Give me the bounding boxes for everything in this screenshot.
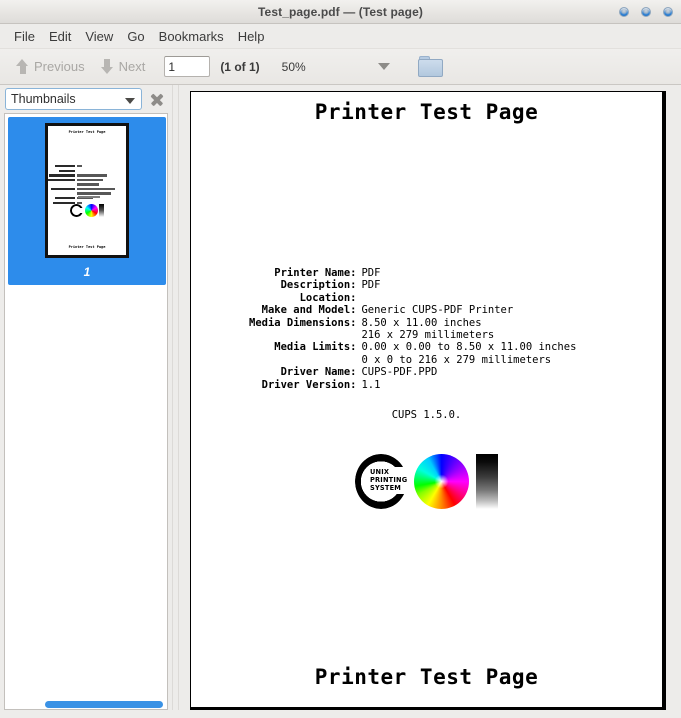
cups-logo-icon bbox=[70, 204, 84, 217]
sidebar-panel: Thumbnails Printer Test Page Printer Tes… bbox=[0, 85, 172, 710]
zoom-level-label[interactable]: 50% bbox=[282, 60, 306, 74]
thumbnail-item-1[interactable]: Printer Test Page Printer Test Page 1 bbox=[8, 117, 166, 285]
window-title: Test_page.pdf — (Test page) bbox=[258, 4, 423, 19]
table-row: Driver Version: 1.1 bbox=[249, 379, 576, 391]
table-row: Make and Model: Generic CUPS-PDF Printer bbox=[249, 304, 576, 316]
page-shadow: Printer Test Page Printer Name: PDF Desc… bbox=[190, 91, 666, 710]
sidebar-view-selector-value: Thumbnails bbox=[11, 92, 76, 106]
window-bottom-strip bbox=[0, 710, 681, 718]
table-row: Description: PDF bbox=[249, 279, 576, 291]
cups-logo-icon: UNIX PRINTING SYSTEM bbox=[355, 454, 408, 509]
scrollbar-thumb[interactable] bbox=[45, 701, 163, 708]
sidebar-view-selector[interactable]: Thumbnails bbox=[5, 88, 142, 110]
close-button[interactable] bbox=[663, 7, 673, 17]
previous-page-button[interactable]: Previous bbox=[8, 56, 93, 77]
close-icon[interactable] bbox=[149, 91, 165, 107]
info-label: Media Limits: bbox=[274, 341, 357, 354]
minimize-button[interactable] bbox=[619, 7, 629, 17]
chevron-down-icon[interactable] bbox=[377, 63, 390, 70]
table-row: Printer Name: PDF bbox=[249, 267, 576, 279]
next-page-button[interactable]: Next bbox=[93, 56, 154, 77]
thumbnail-graphics bbox=[70, 204, 104, 217]
info-value: 0 x 0 to 216 x 279 millimeters bbox=[361, 353, 552, 366]
info-value bbox=[361, 292, 576, 304]
arrow-up-icon bbox=[16, 59, 29, 74]
color-wheel-icon bbox=[84, 204, 98, 217]
table-row: Media Limits: 0.00 x 0.00 to 8.50 x 11.0… bbox=[249, 341, 576, 353]
sidebar-horizontal-scrollbar[interactable] bbox=[4, 696, 168, 710]
info-value: 0.00 x 0.00 to 8.50 x 11.00 inches bbox=[361, 341, 577, 354]
info-value: 1.1 bbox=[361, 378, 381, 391]
info-label: Description: bbox=[280, 279, 357, 292]
info-value: 216 x 279 millimeters bbox=[361, 329, 495, 342]
thumbnail-preview: Printer Test Page Printer Test Page bbox=[45, 123, 129, 258]
thumbnail-page-number: 1 bbox=[83, 265, 91, 279]
table-row: Location: bbox=[249, 292, 576, 304]
info-label: Location: bbox=[299, 291, 357, 304]
info-label: Driver Name: bbox=[280, 366, 357, 379]
test-graphics: UNIX PRINTING SYSTEM bbox=[191, 454, 662, 509]
color-wheel-icon bbox=[414, 454, 469, 509]
info-label: Printer Name: bbox=[274, 267, 357, 279]
grayscale-bar-icon bbox=[476, 454, 498, 509]
grayscale-bar-icon bbox=[99, 204, 104, 217]
info-value: 8.50 x 11.00 inches bbox=[361, 316, 482, 329]
thumbnail-header-title: Printer Test Page bbox=[68, 130, 106, 134]
cups-version-text: CUPS 1.5.0. bbox=[391, 409, 462, 421]
thumbnail-footer-title: Printer Test Page bbox=[68, 245, 106, 249]
info-value: Generic CUPS-PDF Printer bbox=[361, 304, 514, 317]
logo-line-2: PRINTING bbox=[370, 476, 408, 485]
table-row: 216 x 279 millimeters bbox=[249, 329, 576, 341]
thumbnail-body-lines bbox=[48, 165, 121, 206]
menu-item-bookmarks[interactable]: Bookmarks bbox=[152, 27, 231, 46]
table-row: Driver Name: CUPS-PDF.PPD bbox=[249, 366, 576, 378]
pdf-viewer-window: Test_page.pdf — (Test page) File Edit Vi… bbox=[0, 0, 681, 718]
toolbar: Previous Next (1 of 1) 50% bbox=[0, 49, 681, 85]
menu-item-file[interactable]: File bbox=[7, 27, 42, 46]
maximize-button[interactable] bbox=[641, 7, 651, 17]
next-page-label: Next bbox=[118, 59, 146, 74]
cups-logo-text: UNIX PRINTING SYSTEM bbox=[370, 467, 407, 494]
info-label: Make and Model: bbox=[261, 304, 357, 317]
logo-line-3: SYSTEM bbox=[370, 484, 402, 493]
info-value: PDF bbox=[361, 279, 381, 292]
info-value: CUPS-PDF.PPD bbox=[361, 366, 438, 379]
thumbnail-cups-version bbox=[78, 196, 100, 199]
panel-splitter[interactable] bbox=[172, 85, 179, 710]
info-label bbox=[249, 354, 361, 366]
window-controls bbox=[619, 0, 673, 24]
printer-info-table: Printer Name: PDF Description: PDF Locat… bbox=[249, 267, 576, 391]
table-row: Media Dimensions: 8.50 x 11.00 inches bbox=[249, 317, 576, 329]
menu-bar: File Edit View Go Bookmarks Help bbox=[0, 24, 681, 49]
thumbnail-list[interactable]: Printer Test Page Printer Test Page 1 bbox=[4, 113, 168, 696]
main-content: Thumbnails Printer Test Page Printer Tes… bbox=[0, 85, 681, 710]
menu-item-go[interactable]: Go bbox=[120, 27, 151, 46]
folder-icon[interactable] bbox=[417, 55, 444, 78]
document-view[interactable]: Printer Test Page Printer Name: PDF Desc… bbox=[179, 85, 681, 710]
pdf-page: Printer Test Page Printer Name: PDF Desc… bbox=[190, 91, 663, 708]
page-header-title: Printer Test Page bbox=[314, 100, 539, 124]
info-label: Media Dimensions: bbox=[249, 316, 357, 329]
info-label: Driver Version: bbox=[261, 378, 357, 391]
info-value: PDF bbox=[361, 267, 381, 279]
chevron-down-icon bbox=[125, 98, 135, 104]
sidebar-header: Thumbnails bbox=[0, 85, 172, 113]
page-count-label: (1 of 1) bbox=[220, 59, 260, 74]
arrow-down-icon bbox=[100, 59, 114, 74]
logo-line-1: UNIX bbox=[370, 468, 390, 476]
menu-item-edit[interactable]: Edit bbox=[42, 27, 78, 46]
table-row: 0 x 0 to 216 x 279 millimeters bbox=[249, 354, 576, 366]
page-footer-title: Printer Test Page bbox=[314, 665, 539, 689]
title-bar: Test_page.pdf — (Test page) bbox=[0, 0, 681, 24]
menu-item-help[interactable]: Help bbox=[231, 27, 272, 46]
info-label bbox=[249, 329, 361, 341]
menu-item-view[interactable]: View bbox=[78, 27, 120, 46]
page-number-input[interactable] bbox=[164, 56, 211, 77]
previous-page-label: Previous bbox=[34, 59, 85, 74]
